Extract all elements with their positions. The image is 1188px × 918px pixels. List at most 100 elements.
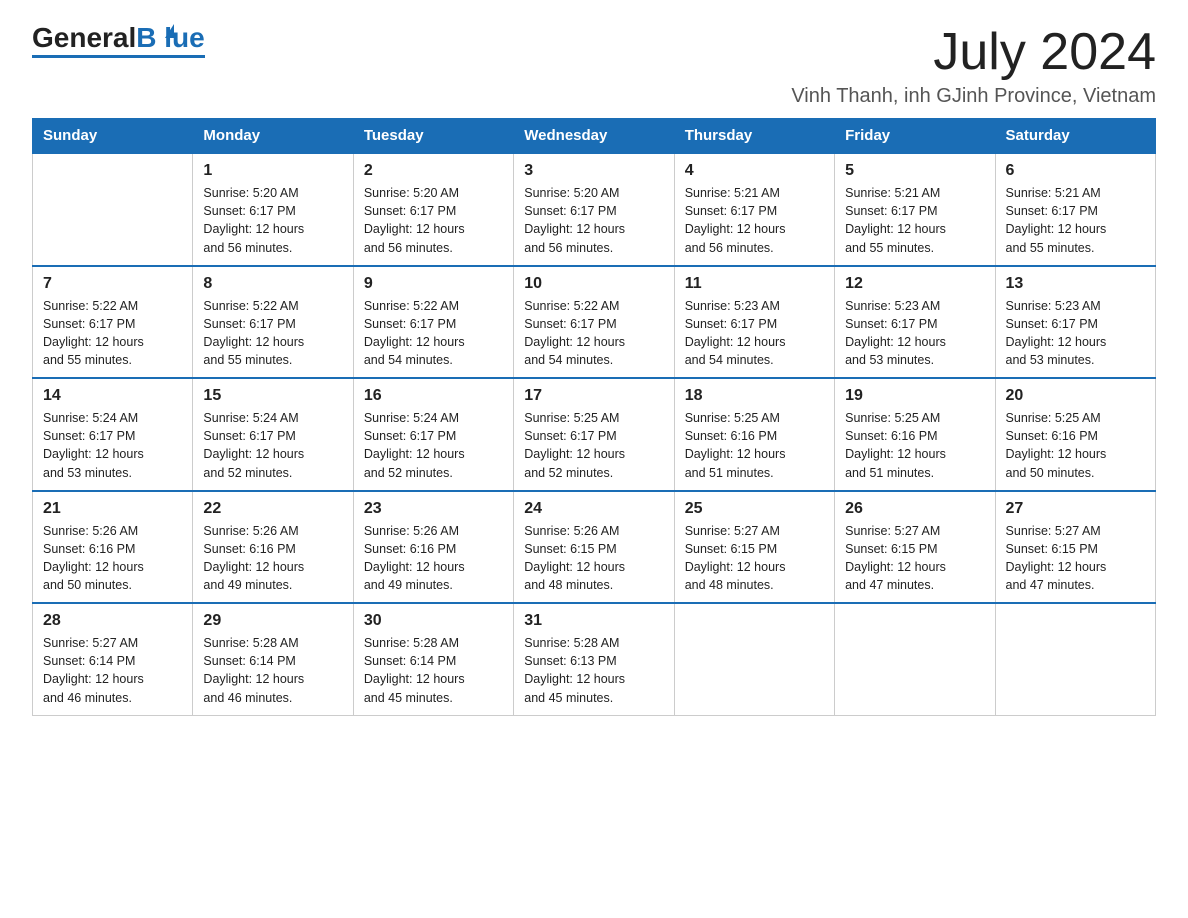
week-row-4: 21 Sunrise: 5:26 AM Sunset: 6:16 PM Dayli… [33, 491, 1156, 604]
logo-underline [32, 55, 205, 58]
weekday-header-monday: Monday [193, 119, 353, 154]
day-number: 24 [524, 500, 663, 518]
calendar-cell: 24 Sunrise: 5:26 AM Sunset: 6:15 PM Dayli… [514, 491, 674, 604]
calendar-cell: 28 Sunrise: 5:27 AM Sunset: 6:14 PM Dayli… [33, 603, 193, 715]
calendar-cell: 17Sunrise: 5:25 AM Sunset: 6:17 PM Dayli… [514, 378, 674, 491]
day-info: Sunrise: 5:21 AM Sunset: 6:17 PM Dayligh… [845, 184, 984, 257]
day-info: Sunrise: 5:27 AM Sunset: 6:14 PM Dayligh… [43, 634, 182, 707]
day-info: Sunrise: 5:28 AM Sunset: 6:14 PM Dayligh… [364, 634, 503, 707]
day-info: Sunrise: 5:24 AM Sunset: 6:17 PM Dayligh… [203, 409, 342, 482]
day-number: 16 [364, 387, 503, 405]
calendar-cell [33, 153, 193, 266]
calendar-cell: 29Sunrise: 5:28 AM Sunset: 6:14 PM Dayli… [193, 603, 353, 715]
weekday-header-friday: Friday [835, 119, 995, 154]
calendar-cell: 21 Sunrise: 5:26 AM Sunset: 6:16 PM Dayli… [33, 491, 193, 604]
calendar-cell: 6Sunrise: 5:21 AM Sunset: 6:17 PM Daylig… [995, 153, 1155, 266]
page-header: GeneralB lue July 2024 Vinh Thanh, inh G… [32, 24, 1156, 108]
day-info: Sunrise: 5:21 AM Sunset: 6:17 PM Dayligh… [685, 184, 824, 257]
day-info: Sunrise: 5:20 AM Sunset: 6:17 PM Dayligh… [203, 184, 342, 257]
day-info: Sunrise: 5:26 AM Sunset: 6:16 PM Dayligh… [364, 522, 503, 595]
day-number: 19 [845, 387, 984, 405]
calendar-cell: 18 Sunrise: 5:25 AM Sunset: 6:16 PM Dayli… [674, 378, 834, 491]
calendar-cell: 5 Sunrise: 5:21 AM Sunset: 6:17 PM Daylig… [835, 153, 995, 266]
calendar-cell: 27 Sunrise: 5:27 AM Sunset: 6:15 PM Dayli… [995, 491, 1155, 604]
month-title: July 2024 [791, 24, 1156, 81]
day-number: 13 [1006, 275, 1145, 293]
calendar-cell [835, 603, 995, 715]
calendar-cell: 4 Sunrise: 5:21 AM Sunset: 6:17 PM Daylig… [674, 153, 834, 266]
calendar-cell: 2Sunrise: 5:20 AM Sunset: 6:17 PM Daylig… [353, 153, 513, 266]
calendar-cell: 11Sunrise: 5:23 AM Sunset: 6:17 PM Dayli… [674, 266, 834, 379]
week-row-2: 7 Sunrise: 5:22 AM Sunset: 6:17 PM Daylig… [33, 266, 1156, 379]
day-info: Sunrise: 5:20 AM Sunset: 6:17 PM Dayligh… [364, 184, 503, 257]
day-info: Sunrise: 5:25 AM Sunset: 6:16 PM Dayligh… [685, 409, 824, 482]
calendar-cell: 30 Sunrise: 5:28 AM Sunset: 6:14 PM Dayli… [353, 603, 513, 715]
day-info: Sunrise: 5:26 AM Sunset: 6:16 PM Dayligh… [203, 522, 342, 595]
calendar-cell: 8 Sunrise: 5:22 AM Sunset: 6:17 PM Daylig… [193, 266, 353, 379]
day-info: Sunrise: 5:28 AM Sunset: 6:14 PM Dayligh… [203, 634, 342, 707]
weekday-header-row: SundayMondayTuesdayWednesdayThursdayFrid… [33, 119, 1156, 154]
title-block: July 2024 Vinh Thanh, inh GJinh Province… [791, 24, 1156, 108]
day-number: 5 [845, 162, 984, 180]
calendar-cell [674, 603, 834, 715]
day-number: 25 [685, 500, 824, 518]
weekday-header-saturday: Saturday [995, 119, 1155, 154]
day-number: 6 [1006, 162, 1145, 180]
day-info: Sunrise: 5:22 AM Sunset: 6:17 PM Dayligh… [43, 297, 182, 370]
day-number: 1 [203, 162, 342, 180]
calendar-cell: 26 Sunrise: 5:27 AM Sunset: 6:15 PM Dayli… [835, 491, 995, 604]
day-info: Sunrise: 5:25 AM Sunset: 6:16 PM Dayligh… [845, 409, 984, 482]
calendar-cell [995, 603, 1155, 715]
calendar-cell: 9 Sunrise: 5:22 AM Sunset: 6:17 PM Daylig… [353, 266, 513, 379]
day-info: Sunrise: 5:26 AM Sunset: 6:15 PM Dayligh… [524, 522, 663, 595]
logo-text: GeneralB lue [32, 24, 205, 52]
day-number: 18 [685, 387, 824, 405]
day-number: 14 [43, 387, 182, 405]
day-number: 27 [1006, 500, 1145, 518]
day-info: Sunrise: 5:26 AM Sunset: 6:16 PM Dayligh… [43, 522, 182, 595]
day-info: Sunrise: 5:22 AM Sunset: 6:17 PM Dayligh… [203, 297, 342, 370]
day-info: Sunrise: 5:24 AM Sunset: 6:17 PM Dayligh… [364, 409, 503, 482]
day-info: Sunrise: 5:27 AM Sunset: 6:15 PM Dayligh… [1006, 522, 1145, 595]
day-number: 4 [685, 162, 824, 180]
day-info: Sunrise: 5:20 AM Sunset: 6:17 PM Dayligh… [524, 184, 663, 257]
logo: GeneralB lue [32, 24, 205, 58]
calendar-cell: 31Sunrise: 5:28 AM Sunset: 6:13 PM Dayli… [514, 603, 674, 715]
location-title: Vinh Thanh, inh GJinh Province, Vietnam [791, 85, 1156, 108]
week-row-3: 14 Sunrise: 5:24 AM Sunset: 6:17 PM Dayli… [33, 378, 1156, 491]
calendar-cell: 10 Sunrise: 5:22 AM Sunset: 6:17 PM Dayli… [514, 266, 674, 379]
day-number: 8 [203, 275, 342, 293]
day-info: Sunrise: 5:22 AM Sunset: 6:17 PM Dayligh… [524, 297, 663, 370]
day-number: 3 [524, 162, 663, 180]
day-info: Sunrise: 5:27 AM Sunset: 6:15 PM Dayligh… [685, 522, 824, 595]
day-number: 26 [845, 500, 984, 518]
calendar-table: SundayMondayTuesdayWednesdayThursdayFrid… [32, 118, 1156, 716]
day-number: 21 [43, 500, 182, 518]
day-number: 23 [364, 500, 503, 518]
week-row-1: 1 Sunrise: 5:20 AM Sunset: 6:17 PM Daylig… [33, 153, 1156, 266]
calendar-cell: 7 Sunrise: 5:22 AM Sunset: 6:17 PM Daylig… [33, 266, 193, 379]
week-row-5: 28 Sunrise: 5:27 AM Sunset: 6:14 PM Dayli… [33, 603, 1156, 715]
day-number: 28 [43, 612, 182, 630]
day-number: 11 [685, 275, 824, 293]
day-info: Sunrise: 5:27 AM Sunset: 6:15 PM Dayligh… [845, 522, 984, 595]
day-info: Sunrise: 5:23 AM Sunset: 6:17 PM Dayligh… [1006, 297, 1145, 370]
calendar-cell: 12Sunrise: 5:23 AM Sunset: 6:17 PM Dayli… [835, 266, 995, 379]
calendar-cell: 23 Sunrise: 5:26 AM Sunset: 6:16 PM Dayli… [353, 491, 513, 604]
day-info: Sunrise: 5:22 AM Sunset: 6:17 PM Dayligh… [364, 297, 503, 370]
calendar-cell: 25 Sunrise: 5:27 AM Sunset: 6:15 PM Dayli… [674, 491, 834, 604]
day-info: Sunrise: 5:24 AM Sunset: 6:17 PM Dayligh… [43, 409, 182, 482]
calendar-cell: 1 Sunrise: 5:20 AM Sunset: 6:17 PM Daylig… [193, 153, 353, 266]
calendar-cell: 20 Sunrise: 5:25 AM Sunset: 6:16 PM Dayli… [995, 378, 1155, 491]
calendar-cell: 13 Sunrise: 5:23 AM Sunset: 6:17 PM Dayli… [995, 266, 1155, 379]
day-number: 20 [1006, 387, 1145, 405]
day-info: Sunrise: 5:23 AM Sunset: 6:17 PM Dayligh… [845, 297, 984, 370]
day-number: 9 [364, 275, 503, 293]
day-number: 30 [364, 612, 503, 630]
day-number: 22 [203, 500, 342, 518]
day-number: 10 [524, 275, 663, 293]
weekday-header-wednesday: Wednesday [514, 119, 674, 154]
day-info: Sunrise: 5:25 AM Sunset: 6:16 PM Dayligh… [1006, 409, 1145, 482]
day-number: 7 [43, 275, 182, 293]
day-info: Sunrise: 5:25 AM Sunset: 6:17 PM Dayligh… [524, 409, 663, 482]
